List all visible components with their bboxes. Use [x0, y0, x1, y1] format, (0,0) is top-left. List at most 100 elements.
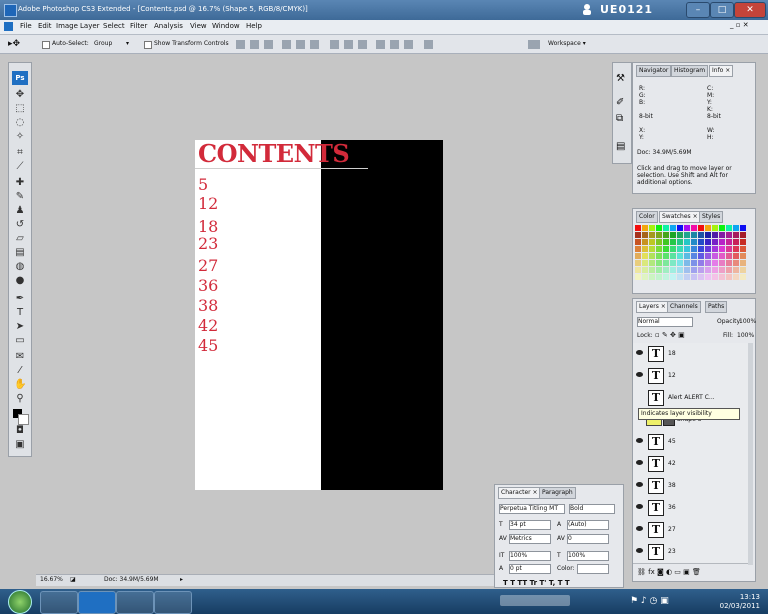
menu-select[interactable]: Select — [103, 22, 125, 30]
font-style-select[interactable]: Bold — [569, 504, 615, 514]
swatch[interactable] — [649, 253, 655, 259]
swatch[interactable] — [642, 267, 648, 273]
eye-icon[interactable] — [636, 526, 643, 531]
menu-file[interactable]: File — [20, 22, 32, 30]
swatch[interactable] — [691, 225, 697, 231]
swatch[interactable] — [740, 232, 746, 238]
swatch[interactable] — [698, 246, 704, 252]
chevron-down-icon[interactable]: ▾ — [126, 40, 129, 47]
eyedropper-tool-icon[interactable]: ⁄ — [14, 365, 26, 377]
swatch[interactable] — [677, 253, 683, 259]
swatch[interactable] — [726, 260, 732, 266]
swatch[interactable] — [691, 260, 697, 266]
crop-tool-icon[interactable]: ⌗ — [14, 147, 26, 159]
eye-icon[interactable] — [636, 438, 643, 443]
swatch[interactable] — [705, 246, 711, 252]
swatch[interactable] — [726, 246, 732, 252]
swatch[interactable] — [691, 274, 697, 280]
swatch[interactable] — [677, 239, 683, 245]
status-icon[interactable]: ◪ — [70, 576, 76, 583]
eye-icon[interactable] — [636, 548, 643, 553]
swatch[interactable] — [642, 225, 648, 231]
layer-row[interactable]: T 36 — [633, 497, 751, 520]
layer-row[interactable]: T 27 — [633, 519, 751, 542]
swatch[interactable] — [656, 274, 662, 280]
swatch[interactable] — [642, 260, 648, 266]
swatch[interactable] — [649, 225, 655, 231]
notes-tool-icon[interactable]: ✉ — [14, 351, 26, 363]
swatch[interactable] — [677, 246, 683, 252]
layer-row[interactable]: T 42 — [633, 453, 751, 476]
color-swatch[interactable] — [577, 564, 609, 574]
swatch[interactable] — [733, 274, 739, 280]
swatch[interactable] — [698, 239, 704, 245]
tab-info[interactable]: Info × — [709, 65, 734, 77]
tracking-field[interactable]: 0 — [567, 534, 609, 544]
distribute-bottom-icon[interactable] — [358, 40, 367, 49]
swatch[interactable] — [649, 260, 655, 266]
tab-color[interactable]: Color — [636, 211, 658, 223]
swatch[interactable] — [733, 232, 739, 238]
swatch[interactable] — [733, 260, 739, 266]
menu-edit[interactable]: Edit — [38, 22, 52, 30]
swatch[interactable] — [677, 267, 683, 273]
close-button[interactable]: ✕ — [734, 2, 766, 18]
clone-source-icon[interactable]: ⧉ — [616, 113, 623, 124]
swatch[interactable] — [726, 232, 732, 238]
align-bottom-icon[interactable] — [264, 40, 273, 49]
path-selection-icon[interactable]: ➤ — [14, 321, 26, 333]
tab-layers[interactable]: Layers × — [636, 301, 669, 313]
taskbar-user-icon[interactable] — [40, 591, 78, 614]
history-brush-icon[interactable]: ↺ — [14, 219, 26, 231]
swatch[interactable] — [670, 232, 676, 238]
swatch[interactable] — [649, 267, 655, 273]
swatch[interactable] — [705, 267, 711, 273]
layer-row[interactable]: T 12 — [633, 365, 751, 388]
swatch[interactable] — [712, 267, 718, 273]
swatch[interactable] — [635, 225, 641, 231]
swatch[interactable] — [726, 253, 732, 259]
swatch[interactable] — [649, 246, 655, 252]
swatch[interactable] — [691, 246, 697, 252]
menu-analysis[interactable]: Analysis — [154, 22, 183, 30]
tab-paths[interactable]: Paths — [705, 301, 728, 313]
swatch[interactable] — [642, 246, 648, 252]
swatch[interactable] — [712, 274, 718, 280]
swatch[interactable] — [635, 232, 641, 238]
swatch[interactable] — [670, 225, 676, 231]
swatch[interactable] — [719, 267, 725, 273]
swatch[interactable] — [663, 246, 669, 252]
menu-view[interactable]: View — [190, 22, 207, 30]
tab-paragraph[interactable]: Paragraph — [539, 487, 576, 499]
leading-field[interactable]: (Auto) — [567, 520, 609, 530]
align-left-icon[interactable] — [282, 40, 291, 49]
move-tool-icon[interactable]: ▸✥ — [8, 39, 20, 49]
tool-presets-icon[interactable]: ⚒ — [616, 73, 625, 84]
swatch[interactable] — [635, 246, 641, 252]
background-color-swatch[interactable] — [18, 414, 29, 425]
swatch[interactable] — [705, 274, 711, 280]
swatch[interactable] — [635, 260, 641, 266]
ps-menu-icon[interactable] — [4, 22, 13, 31]
swatch[interactable] — [656, 239, 662, 245]
auto-select-checkbox[interactable] — [42, 41, 50, 49]
eye-icon[interactable] — [636, 460, 643, 465]
layer-row[interactable]: T 18 — [633, 343, 751, 366]
swatch[interactable] — [684, 274, 690, 280]
swatch[interactable] — [733, 246, 739, 252]
swatch[interactable] — [677, 232, 683, 238]
swatch[interactable] — [705, 253, 711, 259]
swatch[interactable] — [719, 225, 725, 231]
swatch[interactable] — [642, 232, 648, 238]
menu-help[interactable]: Help — [246, 22, 262, 30]
swatch[interactable] — [663, 239, 669, 245]
kerning-field[interactable]: Metrics — [509, 534, 551, 544]
tab-character[interactable]: Character × — [498, 487, 541, 499]
lock-icons[interactable]: ▫ ✎ ✥ ▣ — [655, 331, 685, 339]
swatch[interactable] — [712, 239, 718, 245]
menu-layer[interactable]: Layer — [80, 22, 100, 30]
swatch[interactable] — [705, 239, 711, 245]
swatch[interactable] — [677, 260, 683, 266]
eye-icon[interactable] — [636, 350, 643, 355]
swatch[interactable] — [649, 274, 655, 280]
